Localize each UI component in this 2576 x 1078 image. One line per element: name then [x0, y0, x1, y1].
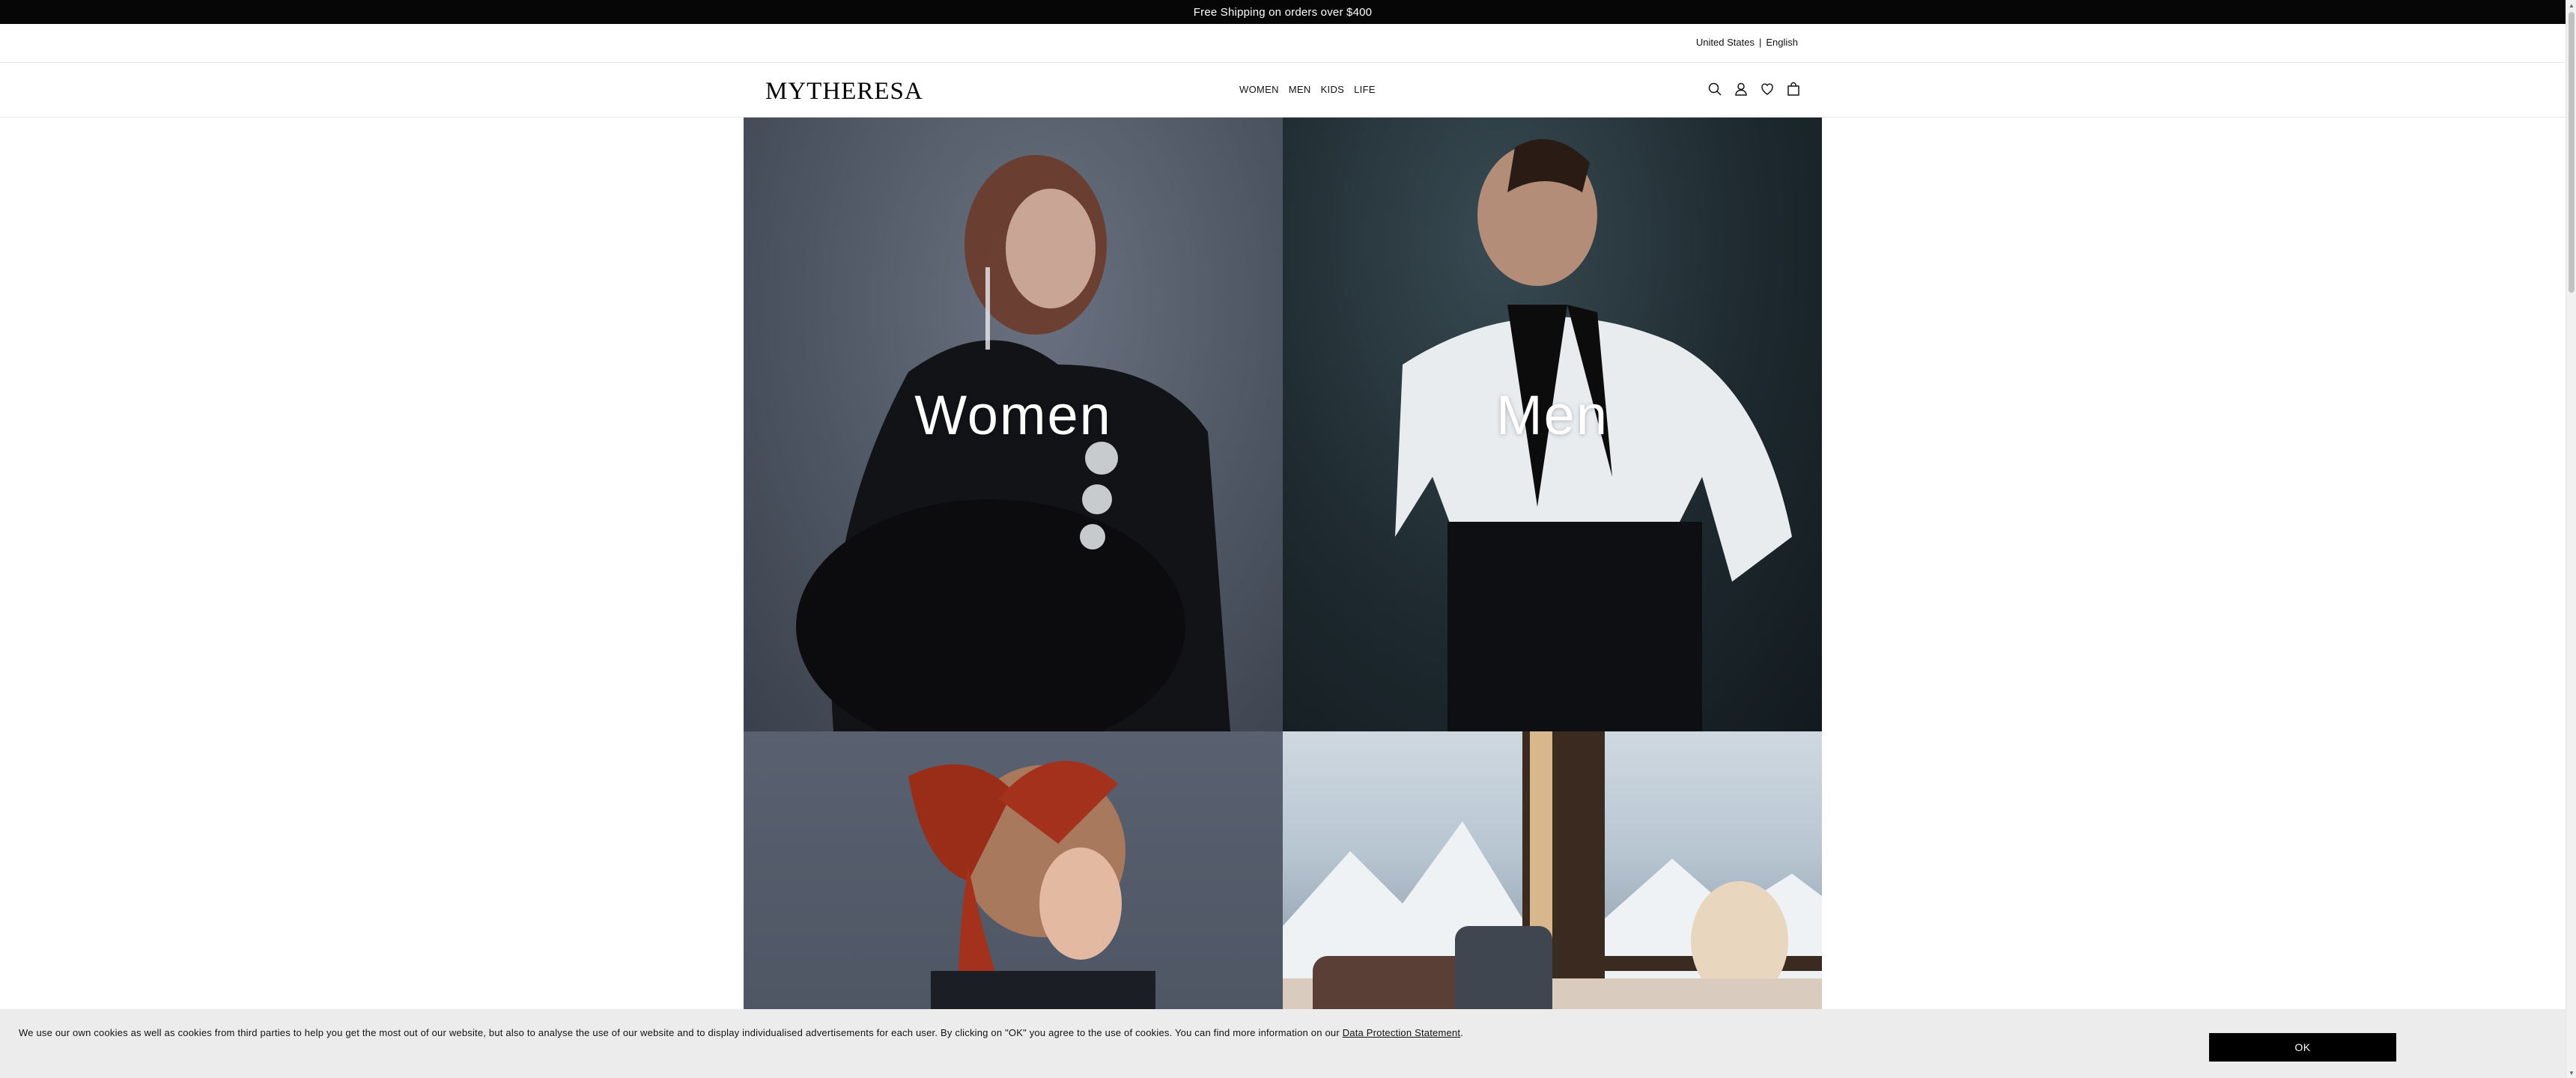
- scroll-up-arrow-icon[interactable]: ▲: [2566, 0, 2576, 10]
- cookie-ok-button[interactable]: OK: [2209, 1033, 2396, 1062]
- wishlist-heart-icon[interactable]: [1760, 82, 1775, 97]
- nav-kids[interactable]: KIDS: [1321, 84, 1345, 95]
- scrollbar-thumb[interactable]: [2569, 12, 2575, 293]
- nav-women[interactable]: WOMEN: [1239, 84, 1279, 95]
- page-scrollbar[interactable]: ▲ ▼: [2566, 0, 2576, 1078]
- cookie-text: We use our own cookies as well as cookie…: [19, 1027, 1343, 1038]
- cookie-suffix: .: [1460, 1027, 1463, 1038]
- cookie-banner: We use our own cookies as well as cookie…: [0, 1009, 2566, 1078]
- language-selector[interactable]: English: [1766, 37, 1798, 48]
- locale-separator: |: [1758, 37, 1762, 48]
- men-tile-label: Men: [1496, 384, 1609, 446]
- scroll-down-arrow-icon[interactable]: ▼: [2566, 1068, 2576, 1078]
- promo-bar: Free Shipping on orders over $400: [0, 0, 2566, 24]
- cookie-message: We use our own cookies as well as cookie…: [19, 1027, 1463, 1038]
- promo-text: Free Shipping on orders over $400: [1193, 5, 1373, 19]
- search-icon[interactable]: [1707, 82, 1722, 97]
- account-icon[interactable]: [1734, 82, 1749, 97]
- nav-men[interactable]: MEN: [1289, 84, 1311, 95]
- category-grid: Women Men: [744, 118, 1822, 1078]
- site-header: MYTHERESA WOMEN MEN KIDS LIFE: [0, 63, 2566, 118]
- nav-life[interactable]: LIFE: [1354, 84, 1376, 95]
- locale-selector[interactable]: United States | English: [1696, 37, 1798, 48]
- data-protection-link[interactable]: Data Protection Statement: [1343, 1027, 1460, 1038]
- shopping-bag-icon[interactable]: [1786, 82, 1801, 97]
- women-category-tile[interactable]: Women: [744, 118, 1283, 731]
- main-nav: WOMEN MEN KIDS LIFE: [1239, 84, 1376, 95]
- locale-bar: United States | English: [0, 24, 2566, 63]
- site-logo[interactable]: MYTHERESA: [765, 78, 923, 106]
- women-tile-label: Women: [914, 384, 1112, 446]
- men-category-tile[interactable]: Men: [1283, 118, 1822, 731]
- country-selector[interactable]: United States: [1696, 37, 1755, 48]
- header-icons: [1707, 82, 1801, 97]
